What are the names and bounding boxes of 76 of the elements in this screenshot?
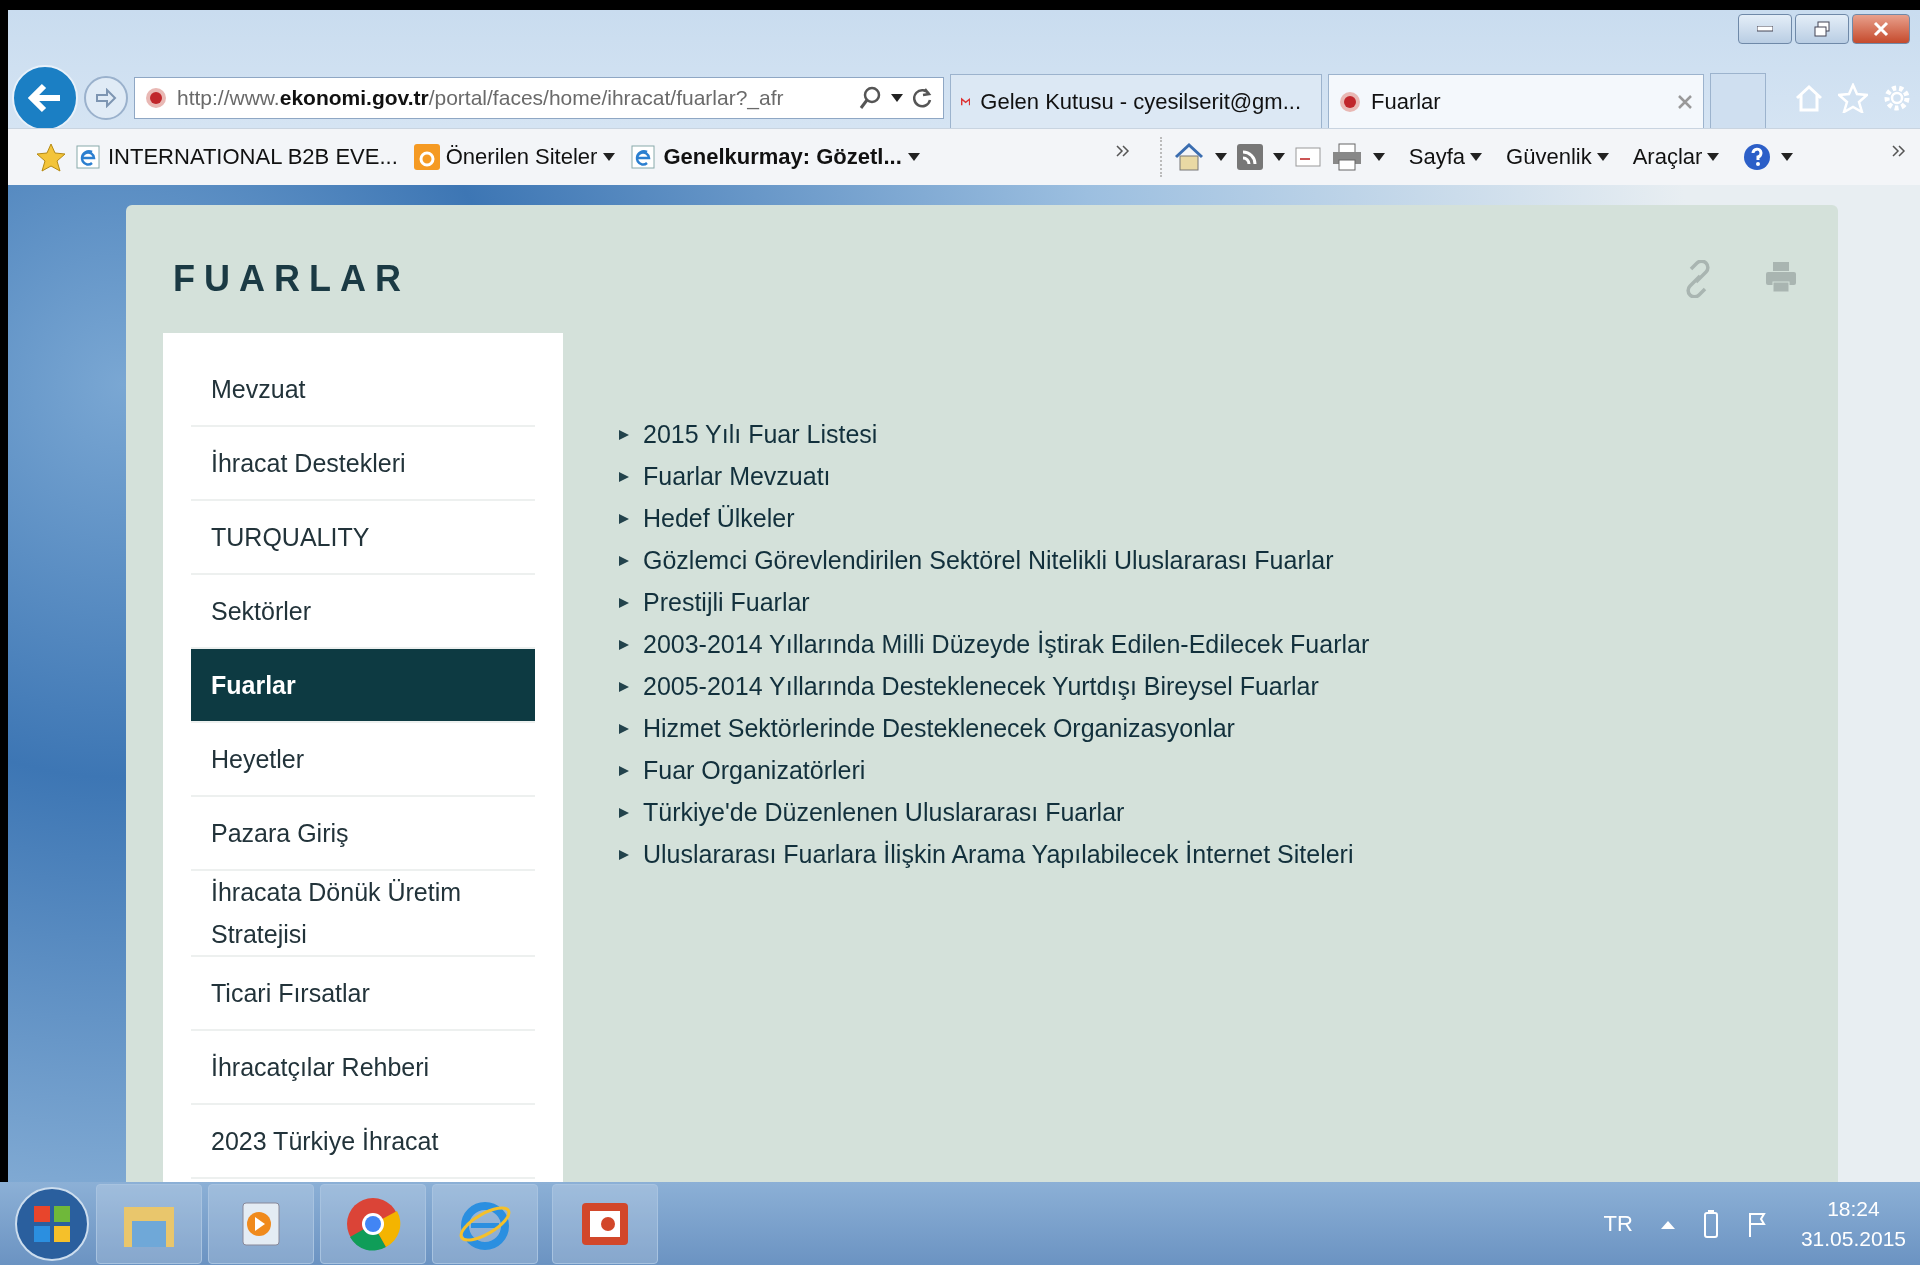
restore-button[interactable] [1795,14,1849,44]
tab-title: Fuarlar [1371,88,1441,115]
refresh-icon[interactable] [913,87,933,109]
address-field[interactable]: http://www.ekonomi.gov.tr/portal/faces/home/ihracat/fuarlar?_afr [134,77,944,119]
tab-title: Gelen Kutusu - cyesilserit@gm... [980,88,1301,115]
bullet-arrow-icon [619,428,629,441]
page-title: FUARLAR [173,258,410,300]
bullet-arrow-icon [619,470,629,483]
battery-icon[interactable] [1702,1209,1719,1238]
caret-icon[interactable] [1596,153,1609,161]
caret-icon[interactable] [1372,153,1385,161]
home-icon[interactable] [1172,141,1205,173]
page-link[interactable]: Prestijli Fuarlar [643,587,810,618]
bullet-arrow-icon [619,596,629,609]
sidebar-item[interactable]: Fuarlar [191,649,535,723]
bullet-arrow-icon [619,638,629,651]
favorites-star-icon[interactable] [36,142,66,172]
mail-icon[interactable] [1294,147,1321,167]
bullet-arrow-icon [619,806,629,819]
site-icon [1339,90,1361,113]
caret-icon[interactable] [1272,153,1285,161]
command-menu[interactable]: Araçlar [1632,144,1720,170]
taskbar-button[interactable] [320,1183,426,1264]
bullet-arrow-icon [619,722,629,735]
page-link[interactable]: Uluslararası Fuarlara İlişkin Arama Yapılabilecek İnternet Siteleri [643,839,1354,870]
chrome-icon [345,1195,401,1252]
caret-icon[interactable] [603,153,616,161]
printer-icon[interactable] [1330,142,1363,172]
bullet-arrow-icon [619,764,629,777]
bullet-arrow-icon [619,848,629,861]
ie-icon[interactable] [631,144,658,170]
bullet-arrow-icon [619,554,629,567]
page-link[interactable]: Gözlemci Görevlendirilen Sektörel Nitelikli Uluslararası Fuarlar [643,545,1334,576]
restore-icon [1814,21,1830,37]
back-arrow-icon [28,83,62,113]
close-button[interactable] [1852,14,1910,44]
page-link[interactable]: Fuar Organizatörleri [643,755,866,786]
favorite-link[interactable]: Önerilen Siteler [445,144,598,170]
page-link[interactable]: 2005-2014 Yıllarında Desteklenecek Yurtdışı Bireysel Fuarlar [643,671,1319,702]
page-link[interactable]: Türkiye'de Düzenlenen Uluslararası Fuarlar [643,797,1125,828]
favorite-link[interactable]: Genelkurmay: Gözetl... [663,144,902,170]
page-link[interactable]: Fuarlar Mevzuatı [643,461,831,492]
help-icon[interactable] [1743,143,1772,171]
page-link[interactable]: 2003-2014 Yıllarında Milli Düzeyde İştirak Edilen-Edilecek Fuarlar [643,629,1370,660]
page-link[interactable]: Hizmet Sektörlerinde Desteklenecek Organizasyonlar [643,713,1235,744]
caret-icon[interactable] [1214,153,1227,161]
site-icon [145,87,167,109]
caret-icon[interactable] [907,153,920,161]
bullet-arrow-icon [619,680,629,693]
page-link[interactable]: 2015 Yılı Fuar Listesi [643,419,878,450]
chevron-icon[interactable] [1892,145,1906,157]
forward-button[interactable] [84,76,128,120]
ie-icon[interactable] [76,144,102,170]
star-icon[interactable] [1838,83,1868,113]
suggested-sites-icon[interactable] [413,144,440,170]
browser-tab[interactable]: Fuarlar [1328,74,1704,128]
caret-icon[interactable] [1781,153,1794,161]
caret-icon[interactable] [1470,153,1483,161]
caret-icon[interactable] [1707,153,1720,161]
feed-icon[interactable] [1236,144,1263,170]
minimize-button[interactable] [1738,14,1792,44]
bullet-arrow-icon [619,512,629,525]
favorite-link[interactable]: INTERNATIONAL B2B EVE... [108,144,398,170]
command-menu[interactable]: Güvenlik [1506,144,1609,170]
start-button[interactable] [14,1185,90,1262]
chevron-icon[interactable] [1115,145,1130,157]
page-link[interactable]: Hedef Ülkeler [643,503,795,534]
caret-icon[interactable] [891,94,903,102]
search-icon[interactable] [859,86,881,110]
close-icon [1873,21,1889,37]
command-menu[interactable]: Sayfa [1408,144,1483,170]
close-tab-icon[interactable] [1677,93,1693,110]
taskbar-button[interactable] [552,1183,658,1264]
minimize-icon [1757,26,1773,32]
forward-arrow-icon [95,88,117,108]
browser-tab[interactable]: Gelen Kutusu - cyesilserit@gm... [950,74,1322,128]
